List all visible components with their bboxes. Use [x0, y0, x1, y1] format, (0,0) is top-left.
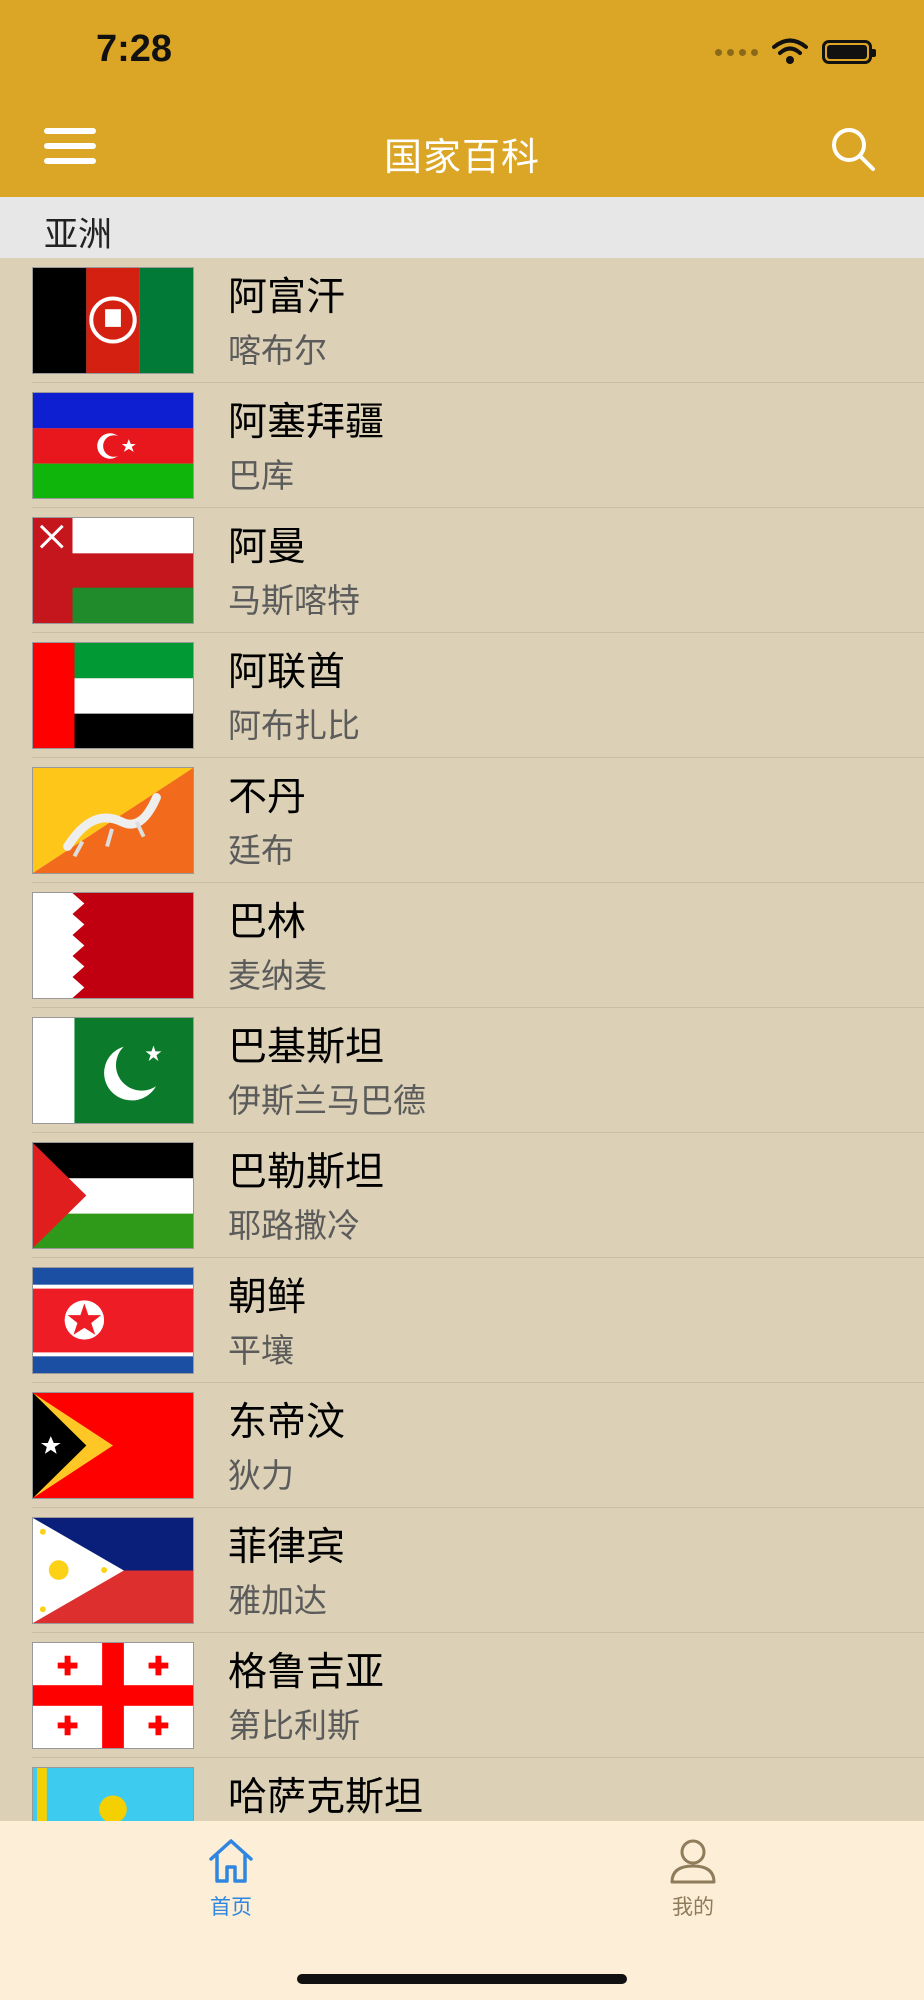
country-list: 阿富汗 喀布尔 阿塞拜疆 巴库 阿曼 马斯喀特 阿联酋 阿布扎比 不丹 廷布 巴…: [0, 258, 924, 1821]
home-icon: [209, 1839, 253, 1883]
person-icon: [670, 1839, 716, 1884]
signal-icon: [715, 48, 758, 56]
east-timor-flag-icon: [32, 1392, 194, 1499]
country-row[interactable]: 阿富汗 喀布尔: [0, 258, 924, 383]
country-name: 阿塞拜疆: [228, 400, 385, 445]
bhutan-flag-icon: [32, 767, 194, 874]
page-title: 国家百科: [383, 135, 540, 179]
country-capital: 马斯喀特: [228, 581, 360, 620]
section-header: 亚洲: [0, 197, 924, 258]
tab-mine-label: 我的: [672, 1895, 714, 1919]
nav-bar: 7:28 国家百科: [0, 0, 924, 197]
pakistan-flag-icon: [32, 1017, 194, 1124]
north-korea-flag-icon: [32, 1267, 194, 1374]
country-row[interactable]: 巴林 麦纳麦: [0, 883, 924, 1008]
country-name: 不丹: [228, 775, 307, 820]
azerbaijan-flag-icon: [32, 392, 194, 499]
country-row[interactable]: 巴勒斯坦 耶路撒冷: [0, 1133, 924, 1258]
wifi-icon: [772, 38, 808, 64]
country-name: 朝鲜: [228, 1275, 307, 1320]
uae-flag-icon: [32, 642, 194, 749]
country-name: 哈萨克斯坦: [228, 1775, 424, 1820]
tab-home[interactable]: 首页: [161, 1837, 301, 1921]
country-row[interactable]: 不丹 廷布: [0, 758, 924, 883]
country-capital: 巴库: [228, 456, 294, 495]
country-capital: 麦纳麦: [228, 956, 327, 995]
country-capital: 第比利斯: [228, 1706, 360, 1745]
country-capital: 喀布尔: [228, 331, 327, 370]
section-title: 亚洲: [44, 215, 112, 255]
kazakhstan-flag-icon: [32, 1767, 194, 1821]
country-name: 菲律宾: [228, 1525, 346, 1570]
country-row[interactable]: 菲律宾 雅加达: [0, 1508, 924, 1633]
country-row[interactable]: 阿塞拜疆 巴库: [0, 383, 924, 508]
battery-icon: [822, 40, 876, 64]
search-icon[interactable]: [830, 126, 876, 172]
country-row[interactable]: 格鲁吉亚 第比利斯: [0, 1633, 924, 1758]
country-name: 东帝汶: [228, 1400, 346, 1445]
georgia-flag-icon: [32, 1642, 194, 1749]
afghanistan-flag-icon: [32, 267, 194, 374]
country-name: 巴勒斯坦: [228, 1150, 385, 1195]
country-name: 巴林: [228, 900, 307, 945]
country-row[interactable]: 巴基斯坦 伊斯兰马巴德: [0, 1008, 924, 1133]
country-row[interactable]: 东帝汶 狄力: [0, 1383, 924, 1508]
status-icons: [715, 34, 876, 70]
philippines-flag-icon: [32, 1517, 194, 1624]
country-name: 阿曼: [228, 525, 307, 570]
home-indicator: [297, 1974, 627, 1984]
country-row[interactable]: 哈萨克斯坦: [0, 1758, 924, 1821]
palestine-flag-icon: [32, 1142, 194, 1249]
tab-home-label: 首页: [210, 1895, 252, 1919]
country-row[interactable]: 朝鲜 平壤: [0, 1258, 924, 1383]
country-capital: 耶路撒冷: [228, 1206, 360, 1245]
country-name: 阿富汗: [228, 275, 346, 320]
country-row[interactable]: 阿曼 马斯喀特: [0, 508, 924, 633]
country-name: 格鲁吉亚: [228, 1650, 385, 1695]
country-capital: 雅加达: [228, 1581, 327, 1620]
country-capital: 狄力: [228, 1456, 294, 1495]
country-capital: 伊斯兰马巴德: [228, 1081, 426, 1120]
oman-flag-icon: [32, 517, 194, 624]
country-name: 巴基斯坦: [228, 1025, 385, 1070]
country-capital: 阿布扎比: [228, 706, 360, 745]
tab-mine[interactable]: 我的: [623, 1837, 763, 1921]
bahrain-flag-icon: [32, 892, 194, 999]
status-time: 7:28: [96, 28, 173, 70]
country-capital: 廷布: [228, 831, 294, 870]
country-row[interactable]: 阿联酋 阿布扎比: [0, 633, 924, 758]
country-capital: 平壤: [228, 1331, 294, 1370]
country-name: 阿联酋: [228, 650, 346, 695]
